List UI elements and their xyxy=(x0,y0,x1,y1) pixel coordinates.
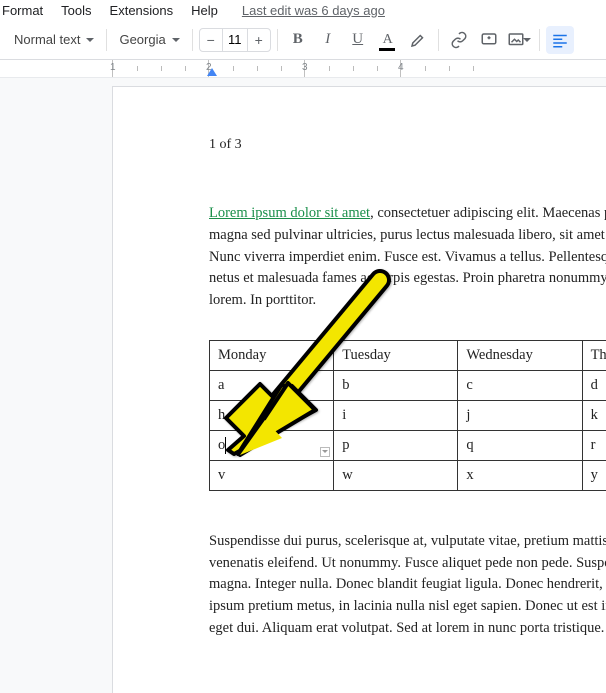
menu-help[interactable]: Help xyxy=(191,3,218,18)
table-cell[interactable]: h xyxy=(210,400,334,430)
table-cell[interactable]: k xyxy=(582,400,606,430)
table-cell[interactable]: y xyxy=(582,460,606,490)
table-cell[interactable]: j xyxy=(458,400,582,430)
ruler-tick-3: 3 xyxy=(302,62,308,73)
last-edit-link[interactable]: Last edit was 6 days ago xyxy=(242,3,385,18)
separator xyxy=(277,29,278,51)
font-family-dropdown[interactable]: Georgia xyxy=(113,28,185,51)
table-cell[interactable]: w xyxy=(334,460,458,490)
table-cell[interactable]: q xyxy=(458,430,582,460)
menu-extensions[interactable]: Extensions xyxy=(110,3,174,18)
table-header[interactable]: Wednesday xyxy=(458,340,582,370)
table-header[interactable]: Tuesday xyxy=(334,340,458,370)
insert-image-button[interactable] xyxy=(505,26,533,54)
table-header[interactable]: Thursday xyxy=(582,340,606,370)
insert-link-button[interactable] xyxy=(445,26,473,54)
font-size-control: − + xyxy=(199,28,271,52)
underline-button[interactable]: U xyxy=(344,26,372,54)
menu-format[interactable]: Format xyxy=(2,3,43,18)
table-row: a b c d e xyxy=(210,370,606,400)
table-header-row: Monday Tuesday Wednesday Thursday Friday xyxy=(210,340,606,370)
table-cell[interactable]: a xyxy=(210,370,334,400)
font-size-increase-button[interactable]: + xyxy=(248,29,270,51)
document-page[interactable]: 1 of 3 Lorem ipsum dolor sit amet, conse… xyxy=(112,86,606,693)
chevron-down-icon xyxy=(523,38,531,42)
text-color-button[interactable]: A xyxy=(374,26,402,54)
menu-tools[interactable]: Tools xyxy=(61,3,91,18)
weekday-table[interactable]: Monday Tuesday Wednesday Thursday Friday… xyxy=(209,340,606,491)
insert-comment-button[interactable] xyxy=(475,26,503,54)
table-row: v w x y z xyxy=(210,460,606,490)
page-indicator: 1 of 3 xyxy=(209,137,606,153)
separator xyxy=(539,29,540,51)
table-header[interactable]: Monday xyxy=(210,340,334,370)
table-cell-active[interactable]: o xyxy=(210,430,334,460)
italic-button[interactable]: I xyxy=(314,26,342,54)
paragraph-style-label: Normal text xyxy=(14,32,80,47)
table-row: o p q r s xyxy=(210,430,606,460)
table-cell[interactable]: p xyxy=(334,430,458,460)
indent-marker-icon[interactable] xyxy=(207,68,217,76)
document-canvas: 1 of 3 Lorem ipsum dolor sit amet, conse… xyxy=(0,78,606,693)
font-size-input[interactable] xyxy=(222,29,248,51)
table-cell[interactable]: v xyxy=(210,460,334,490)
highlight-button[interactable] xyxy=(404,26,432,54)
separator xyxy=(192,29,193,51)
font-size-decrease-button[interactable]: − xyxy=(200,29,222,51)
toolbar: Normal text Georgia − + B I U A xyxy=(0,20,606,60)
align-left-button[interactable] xyxy=(546,26,574,54)
ruler-tick-4: 4 xyxy=(398,62,404,73)
table-cell[interactable]: i xyxy=(334,400,458,430)
cell-options-handle[interactable] xyxy=(320,447,330,457)
table-cell[interactable]: r xyxy=(582,430,606,460)
table-row: h i j k l xyxy=(210,400,606,430)
paragraph-1[interactable]: Lorem ipsum dolor sit amet, consectetuer… xyxy=(209,203,606,312)
table-cell[interactable]: c xyxy=(458,370,582,400)
table-cell[interactable]: d xyxy=(582,370,606,400)
paragraph-2[interactable]: Suspendisse dui purus, scelerisque at, v… xyxy=(209,531,606,640)
font-family-label: Georgia xyxy=(119,32,165,47)
bold-button[interactable]: B xyxy=(284,26,312,54)
chevron-down-icon xyxy=(172,38,180,42)
table-cell[interactable]: x xyxy=(458,460,582,490)
lorem-link[interactable]: Lorem ipsum dolor sit amet xyxy=(209,205,370,221)
menu-bar: Format Tools Extensions Help Last edit w… xyxy=(0,0,606,20)
paragraph-style-dropdown[interactable]: Normal text xyxy=(8,28,100,51)
text-cursor-icon xyxy=(225,437,226,454)
table-cell[interactable]: b xyxy=(334,370,458,400)
ruler-tick-1: 1 xyxy=(110,62,116,73)
separator xyxy=(106,29,107,51)
chevron-down-icon xyxy=(86,38,94,42)
separator xyxy=(438,29,439,51)
ruler[interactable]: 1 2 3 4 xyxy=(0,60,606,78)
